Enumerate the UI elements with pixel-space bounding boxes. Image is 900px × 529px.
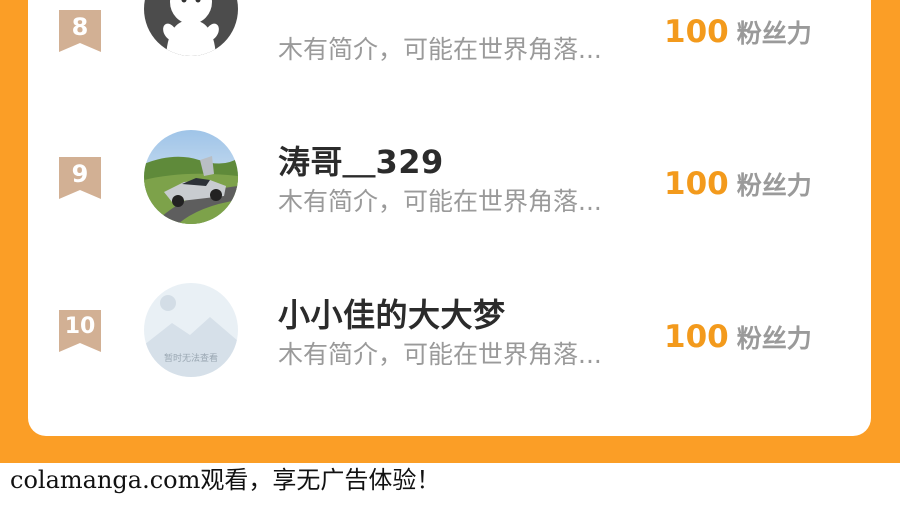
image-unavailable-text: 暂时无法查看 bbox=[164, 352, 218, 364]
rank-badge: 9 bbox=[59, 157, 101, 199]
rank-number: 8 bbox=[71, 13, 89, 41]
rank-number: 10 bbox=[64, 314, 96, 339]
user-name[interactable]: 小小佳的大大梦 bbox=[278, 290, 506, 336]
avatar[interactable]: 暂时无法查看 bbox=[144, 283, 238, 377]
fans-count: 100 bbox=[664, 319, 729, 355]
watermark-text: colamanga.com观看，享无广告体验！ bbox=[10, 466, 441, 494]
fans-count: 100 bbox=[664, 166, 729, 202]
avatar[interactable] bbox=[144, 130, 238, 224]
user-bio: 木有简介，可能在世界角落... bbox=[278, 340, 602, 369]
rank-number: 9 bbox=[71, 160, 89, 188]
fans-unit: 粉丝力 bbox=[736, 171, 812, 200]
fans-unit: 粉丝力 bbox=[736, 19, 812, 48]
car-photo-icon bbox=[144, 130, 238, 224]
user-bio: 木有简介，可能在世界角落... bbox=[278, 35, 602, 64]
avatar[interactable] bbox=[144, 0, 238, 56]
list-item[interactable]: 10 暂时无法查看 小小佳的大大梦 木有简介，可能在世界角落... 100 粉丝力 bbox=[28, 271, 871, 391]
rank-badge: 8 bbox=[59, 10, 101, 52]
list-item[interactable]: 8 tcfjks 木有简介，可能在世界角落... 100粉丝力 bbox=[28, 0, 871, 86]
rank-badge: 10 bbox=[59, 310, 101, 352]
fans-power: 100 粉丝力 bbox=[664, 319, 812, 355]
list-item[interactable]: 9 涛哥＿329 木有简介，可能在世界角落... 100 粉丝力 bbox=[28, 118, 871, 238]
fans-count: 100 bbox=[664, 14, 729, 50]
ranking-frame: 8 tcfjks 木有简介，可能在世界角落... 100粉丝力 bbox=[0, 0, 900, 463]
user-bio: 木有简介，可能在世界角落... bbox=[278, 187, 602, 216]
user-name[interactable]: 涛哥＿329 bbox=[278, 137, 444, 183]
fans-power: 100 粉丝力 bbox=[664, 14, 812, 50]
person-icon bbox=[144, 0, 238, 56]
ranking-card: 8 tcfjks 木有简介，可能在世界角落... 100粉丝力 bbox=[28, 0, 871, 436]
fans-unit: 粉丝力 bbox=[736, 324, 812, 353]
image-placeholder-icon: 暂时无法查看 bbox=[144, 283, 238, 377]
fans-power: 100 粉丝力 bbox=[664, 166, 812, 202]
